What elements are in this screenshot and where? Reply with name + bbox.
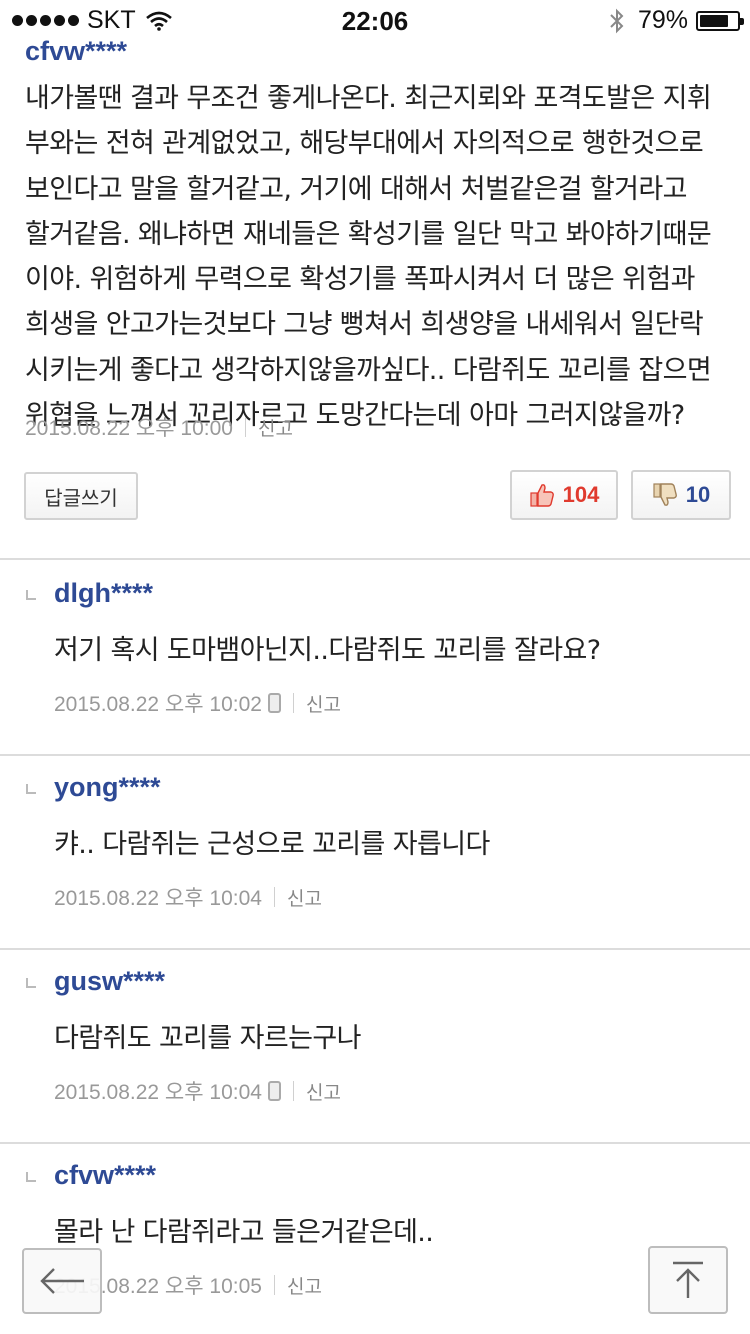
reply-indicator-icon	[26, 784, 36, 794]
report-link[interactable]: 신고	[306, 1078, 341, 1105]
comment-date: 2015.08.22 오후 10:00	[25, 417, 233, 440]
dislike-button[interactable]: 10	[631, 470, 731, 520]
reply-text: 캬.. 다람쥐는 근성으로 꼬리를 자릅니다	[54, 829, 490, 860]
reply-text: 다람쥐도 꼬리를 자르는구나	[54, 1023, 361, 1054]
reply-item: gusw**** 다람쥐도 꼬리를 자르는구나 2015.08.22 오후 10…	[0, 950, 750, 1144]
arrow-up-to-top-icon	[673, 1261, 703, 1298]
comment-author[interactable]: cfvw****	[25, 36, 127, 67]
report-link[interactable]: 신고	[258, 414, 293, 441]
reply-author[interactable]: cfvw****	[54, 1160, 156, 1191]
reply-date: 2015.08.22 오후 10:02	[54, 693, 262, 716]
back-button[interactable]	[22, 1248, 102, 1314]
thumbs-down-icon	[653, 483, 677, 506]
comment-body: 내가볼땐 결과 무조건 좋게나온다. 최근지뢰와 포격도발은 지휘부와는 전혀 …	[25, 83, 712, 432]
scroll-to-top-button[interactable]	[648, 1246, 728, 1314]
bluetooth-icon	[610, 8, 624, 33]
like-button[interactable]: 104	[510, 470, 618, 520]
status-bar: SKT 22:06 79%	[0, 0, 750, 40]
status-bar-right: 79%	[608, 6, 744, 35]
reply-indicator-icon	[26, 1172, 36, 1182]
arrow-left-icon	[40, 1268, 84, 1294]
report-link[interactable]: 신고	[287, 1272, 322, 1299]
dislike-count: 10	[685, 482, 711, 507]
reply-item: dlgh**** 저기 혹시 도마뱀아닌지..다람쥐도 꼬리를 잘라요? 201…	[0, 562, 750, 756]
meta-divider	[292, 693, 294, 713]
write-reply-button[interactable]: 답글쓰기	[24, 472, 138, 520]
reply-author[interactable]: dlgh****	[54, 578, 153, 609]
meta-divider	[244, 417, 246, 437]
reply-item: cfvw**** 몰라 난 다람쥐라고 들은거같은데.. 2015.08.22 …	[0, 1144, 750, 1334]
reply-author[interactable]: yong****	[54, 772, 161, 803]
reply-indicator-icon	[26, 978, 36, 988]
reply-meta: 2015.08.22 오후 10:02 신고	[54, 688, 341, 718]
thumbs-up-icon	[530, 484, 554, 507]
reply-date: 2015.08.22 오후 10:04	[54, 1081, 262, 1104]
reply-date: 2015.08.22 오후 10:04	[54, 887, 262, 910]
reply-indicator-icon	[26, 590, 36, 600]
battery-level	[700, 14, 729, 27]
like-count: 104	[562, 482, 600, 507]
report-link[interactable]: 신고	[306, 690, 341, 717]
meta-divider	[273, 887, 275, 907]
meta-divider	[273, 1275, 275, 1295]
meta-divider	[292, 1081, 294, 1101]
reply-meta: 2015.08.22 오후 10:04 신고	[54, 1076, 341, 1106]
battery-percent: 79%	[637, 6, 688, 34]
reply-meta: 2015.08.22 오후 10:04 신고	[54, 882, 322, 912]
battery-icon	[696, 10, 744, 31]
phone-icon	[267, 1081, 281, 1101]
report-link[interactable]: 신고	[287, 884, 322, 911]
main-comment: cfvw**** 내가볼땐 결과 무조건 좋게나온다. 최근지뢰와 포격도발은 …	[0, 36, 750, 560]
comment-meta: 2015.08.22 오후 10:00 신고	[25, 412, 293, 442]
reply-text: 몰라 난 다람쥐라고 들은거같은데..	[54, 1217, 434, 1248]
reply-author[interactable]: gusw****	[54, 966, 165, 997]
phone-icon	[267, 693, 281, 713]
reply-item: yong**** 캬.. 다람쥐는 근성으로 꼬리를 자릅니다 2015.08.…	[0, 756, 750, 950]
reply-text: 저기 혹시 도마뱀아닌지..다람쥐도 꼬리를 잘라요?	[54, 635, 601, 666]
